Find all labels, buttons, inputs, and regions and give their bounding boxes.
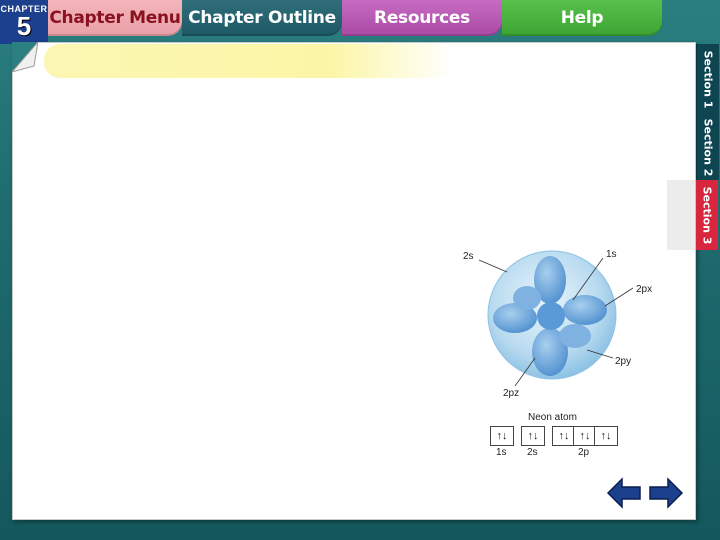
orbital-box-1s: ↑↓	[490, 426, 514, 446]
section-tab-1-label: Section 1	[701, 50, 715, 108]
label-2s: 2s	[463, 251, 474, 262]
label-2px: 2px	[636, 284, 653, 295]
section-tab-1[interactable]: Section 1	[696, 44, 719, 114]
chapter-number: 5	[16, 11, 32, 41]
section-tab-2[interactable]: Section 2	[696, 114, 719, 180]
title-bar	[44, 44, 454, 78]
orbital-box-2p-3: ↑↓	[594, 426, 618, 446]
tab-chapter-outline[interactable]: Chapter Outline	[182, 0, 342, 36]
section-tab-3-label: Section 3	[700, 186, 714, 244]
orbital-box-2s: ↑↓	[521, 426, 545, 446]
label-2py: 2py	[615, 356, 632, 367]
label-2pz: 2pz	[503, 388, 520, 399]
orbital-label-2p: 2p	[578, 447, 590, 458]
section-tab-3[interactable]: Section 3	[696, 180, 718, 250]
orbital-label-1s: 1s	[496, 447, 507, 458]
atom-caption: Neon atom	[528, 412, 577, 423]
label-1s: 1s	[606, 249, 617, 260]
tab-chapter-menu[interactable]: Chapter Menu	[48, 0, 182, 36]
tab-help[interactable]: Help	[502, 0, 662, 36]
section-tab-2-label: Section 2	[701, 118, 715, 176]
chapter-badge[interactable]: CHAPTER 5	[0, 0, 48, 44]
page-curl-icon	[12, 42, 38, 72]
next-arrow-icon[interactable]	[648, 477, 684, 509]
neon-atom-diagram	[478, 250, 634, 387]
previous-arrow-icon[interactable]	[606, 477, 642, 509]
orbital-label-2s: 2s	[527, 447, 538, 458]
tab-resources[interactable]: Resources	[342, 0, 502, 36]
section-tab-highlight	[667, 180, 695, 250]
